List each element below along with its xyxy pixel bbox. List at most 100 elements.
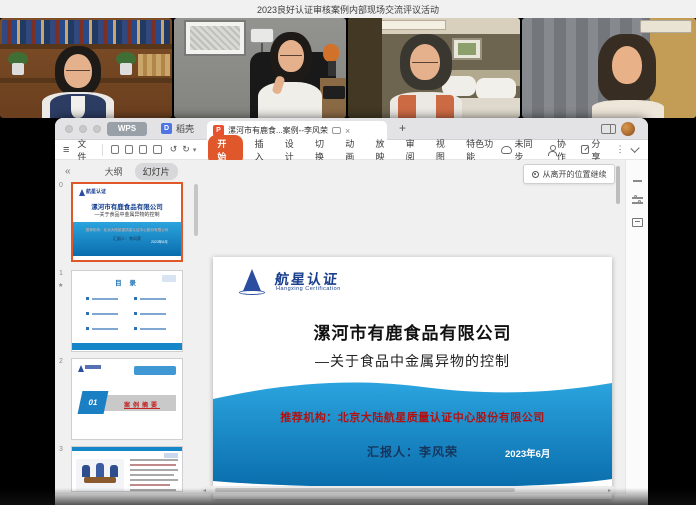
video-tile-4[interactable] <box>522 18 696 118</box>
text-line <box>130 479 178 481</box>
toc-bullet <box>134 297 137 300</box>
video-tile-3[interactable] <box>348 18 520 118</box>
horizontal-scrollbar-thumb[interactable] <box>215 488 515 492</box>
export-pdf-icon[interactable] <box>125 145 133 154</box>
text-line-highlight <box>130 484 170 486</box>
horizontal-scrollbar[interactable]: ◂ ▸ <box>201 486 615 494</box>
slide-canvas[interactable]: 航星认证 Hangxing Certification 漯河市有鹿食品有限公司 … <box>213 257 612 499</box>
collaborate-button[interactable]: 协作 <box>557 137 573 163</box>
figure <box>96 463 104 477</box>
tab-insert[interactable]: 插入 <box>253 137 273 163</box>
save-icon[interactable] <box>111 145 119 154</box>
participant-2-face <box>278 40 304 72</box>
toc-item-line <box>140 298 166 301</box>
wall-art-sketch <box>190 26 240 50</box>
meeting-table <box>84 477 116 483</box>
slide-org-line: 推荐机构：北京大陆航星质量认证中心股份有限公司 <box>213 409 612 425</box>
slide-subtitle: —关于食品中金属异物的控制 <box>213 351 612 371</box>
plant-pot <box>12 63 24 75</box>
video-tile-2[interactable] <box>174 18 346 118</box>
toc-bullet <box>86 327 89 330</box>
tab-view[interactable]: 视图 <box>434 137 454 163</box>
flowers <box>323 44 339 62</box>
meeting-title-bar: 2023良好认证审核案例内部现场交流评议活动 <box>0 0 696 18</box>
participant-1-face <box>64 54 92 88</box>
collaborate-icon <box>547 145 556 155</box>
tab-review[interactable]: 审阅 <box>404 137 424 163</box>
tab-animations[interactable]: 动画 <box>343 137 363 163</box>
blue-wave-banner <box>213 379 612 499</box>
slide-thumbnail-4[interactable] <box>71 446 183 492</box>
collapse-panel-icon[interactable]: « <box>65 166 71 177</box>
main-menu-button[interactable]: ≡ <box>63 144 69 156</box>
tab-special-features[interactable]: 特色功能 <box>464 137 500 163</box>
mini-logo-icon <box>79 189 85 196</box>
minimize-window-button[interactable] <box>79 125 87 133</box>
comment-icon <box>332 127 341 134</box>
top-bar <box>72 447 182 451</box>
toc-item-line <box>92 328 118 331</box>
file-menu-button[interactable]: 文件 <box>77 137 93 163</box>
thumb-number: 2 <box>59 358 63 365</box>
scroll-right-arrow[interactable]: ▸ <box>608 487 611 494</box>
body-text-block <box>130 459 178 492</box>
mini-date: 2023年6月 <box>151 240 168 245</box>
print-preview-icon[interactable] <box>153 145 161 154</box>
wps-home-button[interactable]: WPS <box>107 122 147 136</box>
print-icon[interactable] <box>139 145 147 154</box>
vase <box>328 61 336 76</box>
scroll-left-arrow[interactable]: ◂ <box>203 487 206 494</box>
close-tab-button[interactable]: × <box>345 126 350 136</box>
content-area: « 大纲 幻灯片 0 航星认证 漯河市有鹿食品有限公司 —关于食品中金属异物的控… <box>55 160 648 494</box>
video-tile-1[interactable] <box>0 18 172 118</box>
tab-slideshow[interactable]: 放映 <box>373 137 393 163</box>
text-line <box>130 489 176 491</box>
ribbon-bar: ≡ 文件 ↺ ↻ ▾ 开始 插入 设计 切换 动画 放映 审阅 视图 特色功能 … <box>55 140 648 160</box>
bookshelf-books-top <box>2 20 170 44</box>
new-tab-button[interactable]: + <box>399 121 406 135</box>
panel-scrollbar[interactable] <box>194 184 198 236</box>
vertical-scrollbar-thumb[interactable] <box>616 166 620 204</box>
figure <box>110 465 118 477</box>
slide-thumbnail-1[interactable]: 航星认证 漯河市有鹿食品有限公司 —关于食品中金属异物的控制 推荐机构：北京大陆… <box>71 182 183 262</box>
text-line-highlight <box>130 464 176 466</box>
more-menu-icon[interactable]: ⋮ <box>616 144 625 155</box>
resume-position-button[interactable]: 从离开的位置继续 <box>523 164 615 184</box>
zoom-window-button[interactable] <box>93 125 101 133</box>
slide-thumbnail-3[interactable]: 01 案例摘要 <box>71 358 183 440</box>
tab-transitions[interactable]: 切换 <box>313 137 333 163</box>
workspace-layout-icon[interactable] <box>601 124 616 134</box>
close-window-button[interactable] <box>65 125 73 133</box>
cloud-sync-icon <box>501 146 512 154</box>
toc-item-line <box>140 313 166 316</box>
document-tab-title: 漯河市有鹿食...案例--李风荣 <box>228 125 328 136</box>
hangxing-logo-base <box>239 290 265 295</box>
mini-banner: 推荐机构：北京大陆航星质量认证中心股份有限公司 汇报人：李风荣 2023年6月 <box>73 222 181 256</box>
toc-bullet <box>134 312 137 315</box>
slide-date: 2023年6月 <box>505 446 550 460</box>
share-icon <box>581 145 589 154</box>
docer-tab[interactable]: D 稻壳 <box>161 122 194 135</box>
tab-outline[interactable]: 大纲 <box>105 165 123 178</box>
plant-pot <box>120 63 132 75</box>
sync-status[interactable]: 未同步 <box>515 137 539 163</box>
quickbar-dropdown-icon[interactable]: ▾ <box>193 146 197 154</box>
adjust-settings-icon[interactable] <box>632 196 643 204</box>
undo-icon[interactable]: ↺ <box>170 144 178 155</box>
account-avatar[interactable] <box>621 122 635 136</box>
minimize-tools-icon[interactable] <box>633 180 642 182</box>
wardrobe <box>348 18 382 118</box>
tab-slides[interactable]: 幻灯片 <box>135 163 178 180</box>
slide-panel: « 大纲 幻灯片 0 航星认证 漯河市有鹿食品有限公司 —关于食品中金属异物的控… <box>55 160 200 494</box>
slide-thumbnail-2[interactable]: 目 录 <box>71 270 183 352</box>
redo-icon[interactable]: ↻ <box>182 144 190 155</box>
share-button[interactable]: 分享 <box>591 137 607 163</box>
tab-design[interactable]: 设计 <box>283 137 303 163</box>
figure <box>82 465 90 477</box>
thumb-number: 0 <box>59 182 63 189</box>
resume-position-label: 从离开的位置继续 <box>543 169 607 180</box>
divider <box>102 144 103 156</box>
notes-book-icon[interactable] <box>632 218 643 227</box>
collapse-ribbon-icon[interactable] <box>630 143 639 152</box>
vertical-scrollbar[interactable] <box>616 162 621 486</box>
